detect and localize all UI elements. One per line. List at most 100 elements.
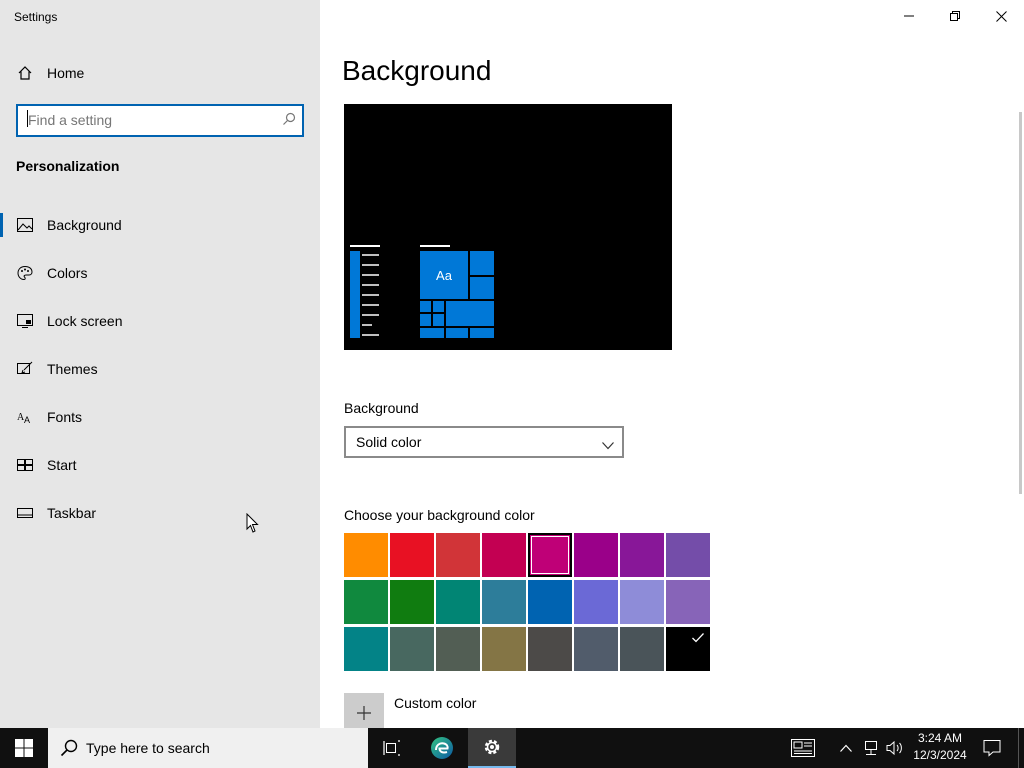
palette-icon bbox=[16, 264, 34, 282]
sidebar-item-themes[interactable]: Themes bbox=[0, 349, 320, 389]
color-swatch[interactable] bbox=[528, 580, 572, 624]
sidebar-item-lock-screen[interactable]: Lock screen bbox=[0, 301, 320, 341]
taskbar-search-box[interactable]: Type here to search bbox=[48, 728, 368, 768]
color-swatch[interactable] bbox=[436, 533, 480, 577]
color-swatch[interactable] bbox=[666, 580, 710, 624]
clock-time: 3:24 AM bbox=[917, 731, 963, 745]
search-icon bbox=[60, 739, 78, 757]
color-swatch[interactable] bbox=[482, 580, 526, 624]
start-button[interactable] bbox=[0, 728, 48, 768]
chevron-down-icon bbox=[602, 437, 614, 455]
color-swatch[interactable] bbox=[436, 580, 480, 624]
task-view-button[interactable] bbox=[368, 728, 416, 768]
network-button[interactable] bbox=[860, 728, 882, 768]
volume-button[interactable] bbox=[884, 728, 906, 768]
text-caret bbox=[27, 110, 28, 127]
sidebar-item-colors[interactable]: Colors bbox=[0, 253, 320, 293]
fonts-icon: AA bbox=[16, 408, 34, 426]
color-swatch-grid bbox=[344, 533, 710, 671]
edge-browser-button[interactable] bbox=[418, 728, 466, 768]
notifications-button[interactable] bbox=[978, 728, 1006, 768]
color-swatch[interactable] bbox=[528, 533, 572, 577]
home-icon bbox=[16, 64, 34, 82]
color-swatch[interactable] bbox=[344, 580, 388, 624]
notification-icon bbox=[983, 740, 1001, 757]
svg-text:A: A bbox=[24, 415, 30, 424]
color-swatch[interactable] bbox=[390, 580, 434, 624]
checkmark-icon bbox=[692, 633, 704, 643]
color-swatch[interactable] bbox=[620, 533, 664, 577]
color-swatch[interactable] bbox=[574, 533, 618, 577]
restore-icon bbox=[950, 11, 960, 21]
color-swatch[interactable] bbox=[390, 533, 434, 577]
edge-icon bbox=[431, 737, 453, 759]
color-swatch[interactable] bbox=[528, 627, 572, 671]
selection-indicator bbox=[0, 213, 3, 237]
close-icon bbox=[995, 10, 1007, 22]
color-swatch[interactable] bbox=[666, 627, 710, 671]
color-swatch[interactable] bbox=[390, 627, 434, 671]
color-swatch[interactable] bbox=[620, 627, 664, 671]
restore-button[interactable] bbox=[932, 0, 978, 32]
task-view-icon bbox=[383, 740, 400, 756]
sidebar-item-fonts[interactable]: AA Fonts bbox=[0, 397, 320, 437]
preview-tile bbox=[446, 328, 468, 338]
picture-icon bbox=[16, 216, 34, 234]
preview-start-sidebar bbox=[350, 251, 360, 338]
sidebar-item-label: Lock screen bbox=[47, 313, 123, 329]
preview-tile bbox=[420, 328, 444, 338]
minimize-icon bbox=[904, 15, 914, 17]
chevron-up-icon bbox=[840, 744, 852, 752]
preview-tile bbox=[470, 277, 494, 299]
preview-tiles-header bbox=[420, 245, 450, 247]
sidebar-item-label: Themes bbox=[47, 361, 98, 377]
background-type-dropdown[interactable]: Solid color bbox=[344, 426, 624, 458]
taskbar-clock[interactable]: 3:24 AM 12/3/2024 bbox=[908, 730, 972, 764]
sidebar-item-label: Fonts bbox=[47, 409, 83, 425]
color-swatch[interactable] bbox=[482, 627, 526, 671]
speaker-icon bbox=[886, 740, 902, 756]
preview-tile bbox=[470, 251, 494, 275]
color-swatch[interactable] bbox=[482, 533, 526, 577]
show-desktop-button[interactable] bbox=[1018, 728, 1019, 768]
color-swatch[interactable] bbox=[620, 580, 664, 624]
preview-tile bbox=[433, 301, 444, 312]
sidebar-item-background[interactable]: Background bbox=[0, 205, 320, 245]
sidebar-item-label: Background bbox=[47, 217, 122, 233]
scrollbar[interactable] bbox=[1019, 112, 1022, 494]
background-label: Background bbox=[344, 400, 419, 416]
search-input[interactable] bbox=[28, 112, 268, 128]
desktop-preview: Aa bbox=[344, 104, 672, 350]
taskbar: Type here to search 3:24 AM 12/3/2024 bbox=[0, 728, 1024, 768]
color-swatch[interactable] bbox=[344, 627, 388, 671]
gear-icon bbox=[484, 739, 500, 755]
news-button[interactable] bbox=[784, 728, 822, 768]
window-title: Settings bbox=[14, 10, 58, 24]
news-icon bbox=[791, 739, 815, 757]
minimize-button[interactable] bbox=[886, 0, 932, 32]
color-swatch[interactable] bbox=[574, 580, 618, 624]
show-hidden-icons-button[interactable] bbox=[838, 728, 854, 768]
color-swatch[interactable] bbox=[436, 627, 480, 671]
mouse-cursor-icon bbox=[246, 512, 259, 539]
preview-start-list bbox=[362, 254, 380, 344]
custom-color-button[interactable] bbox=[344, 693, 384, 733]
windows-logo-icon bbox=[15, 739, 33, 757]
sidebar-item-start[interactable]: Start bbox=[0, 445, 320, 485]
clock-date: 12/3/2024 bbox=[913, 748, 967, 762]
sidebar-item-label: Colors bbox=[47, 265, 88, 281]
sidebar-item-label: Start bbox=[47, 457, 77, 473]
color-swatch[interactable] bbox=[666, 533, 710, 577]
color-swatch[interactable] bbox=[344, 533, 388, 577]
search-box[interactable] bbox=[16, 104, 304, 137]
settings-app-button[interactable] bbox=[468, 728, 516, 768]
close-button[interactable] bbox=[978, 0, 1024, 32]
taskbar-icon bbox=[16, 504, 34, 522]
color-swatch[interactable] bbox=[574, 627, 618, 671]
sidebar-home-label: Home bbox=[47, 65, 85, 81]
sidebar-home[interactable]: Home bbox=[0, 53, 320, 93]
sidebar-item-taskbar[interactable]: Taskbar bbox=[0, 493, 320, 533]
plus-icon bbox=[357, 706, 371, 720]
preview-tile bbox=[470, 328, 494, 338]
preview-tile bbox=[420, 301, 431, 312]
